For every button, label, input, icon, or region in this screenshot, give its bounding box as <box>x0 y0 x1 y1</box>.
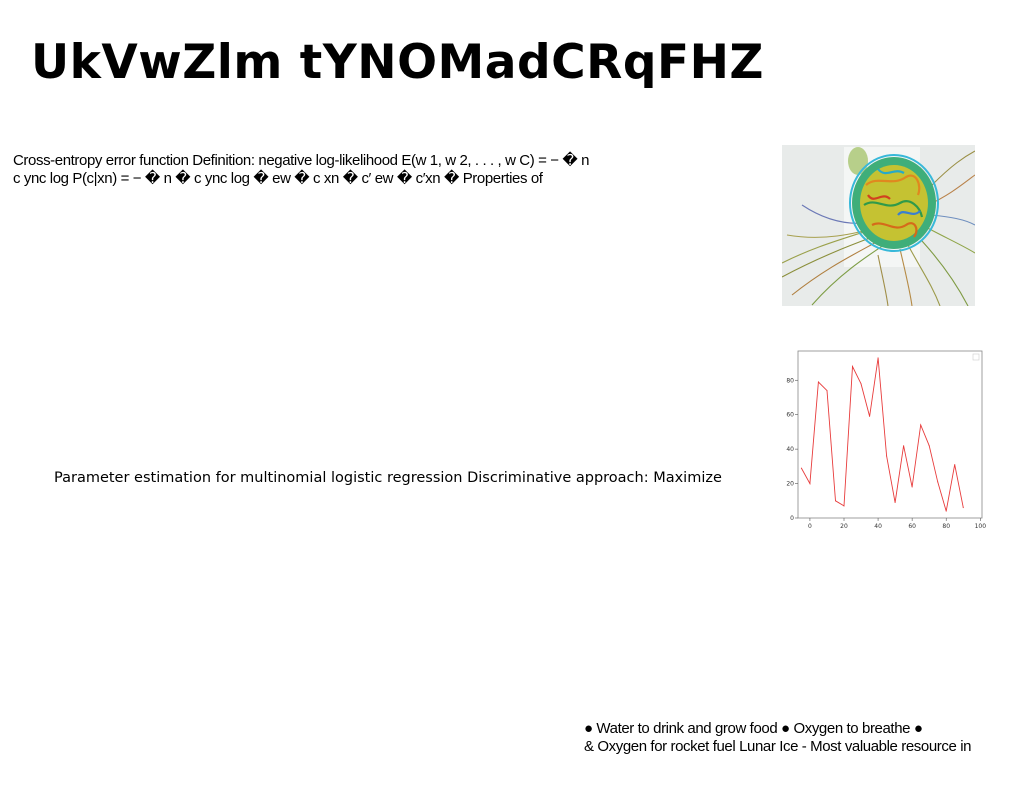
x-tick-label: 40 <box>874 523 882 530</box>
data-point <box>834 500 836 502</box>
brain-illustration <box>782 145 975 306</box>
data-point <box>852 365 854 367</box>
plot-frame <box>797 350 983 519</box>
line-chart: 0 20 40 60 80 100 0 20 40 60 80 <box>780 345 990 535</box>
paragraph-line: Cross-entropy error function Definition:… <box>13 152 590 169</box>
data-point <box>928 445 930 447</box>
line-chart-svg: 0 20 40 60 80 100 0 20 40 60 80 <box>786 350 987 530</box>
y-tick-label: 80 <box>786 377 794 384</box>
paragraph-line: c ync log P(c|xn) = − � n � c ync log � … <box>13 170 543 187</box>
data-point <box>937 481 939 483</box>
brain-visualization-image <box>782 145 975 306</box>
y-tick-label: 20 <box>786 481 794 488</box>
bullet-line: & Oxygen for rocket fuel Lunar Ice - Mos… <box>584 738 972 755</box>
data-point <box>817 381 819 383</box>
data-point <box>886 455 888 457</box>
x-tick-label: 80 <box>942 523 950 530</box>
data-point <box>903 445 905 447</box>
data-point <box>869 415 871 417</box>
data-point <box>800 467 802 469</box>
data-point <box>877 357 879 359</box>
parameter-estimation-text: Parameter estimation for multinomial log… <box>54 470 722 486</box>
data-point <box>920 424 922 426</box>
cross-entropy-paragraph: Cross-entropy error function Definition:… <box>13 152 673 188</box>
data-point <box>954 464 956 466</box>
data-point <box>945 510 947 512</box>
lunar-ice-bullets: ● Water to drink and grow food ● Oxygen … <box>584 720 1024 756</box>
data-point <box>894 502 896 504</box>
x-tick-label: 20 <box>840 523 848 530</box>
y-tick-label: 0 <box>790 515 794 522</box>
data-point <box>826 390 828 392</box>
y-tick-label: 60 <box>786 412 794 419</box>
slide-title: UkVwZlm tYNOMadCRqFHZ <box>31 35 765 90</box>
bullet-line: ● Water to drink and grow food ● Oxygen … <box>584 720 923 737</box>
data-point <box>843 505 845 507</box>
x-tick-label: 0 <box>808 523 812 530</box>
data-point <box>809 483 811 485</box>
x-tick-label: 100 <box>975 523 987 530</box>
data-point <box>962 507 964 509</box>
data-point <box>860 383 862 385</box>
x-tick-label: 60 <box>908 523 916 530</box>
data-point <box>911 486 913 488</box>
y-tick-label: 40 <box>786 446 794 453</box>
